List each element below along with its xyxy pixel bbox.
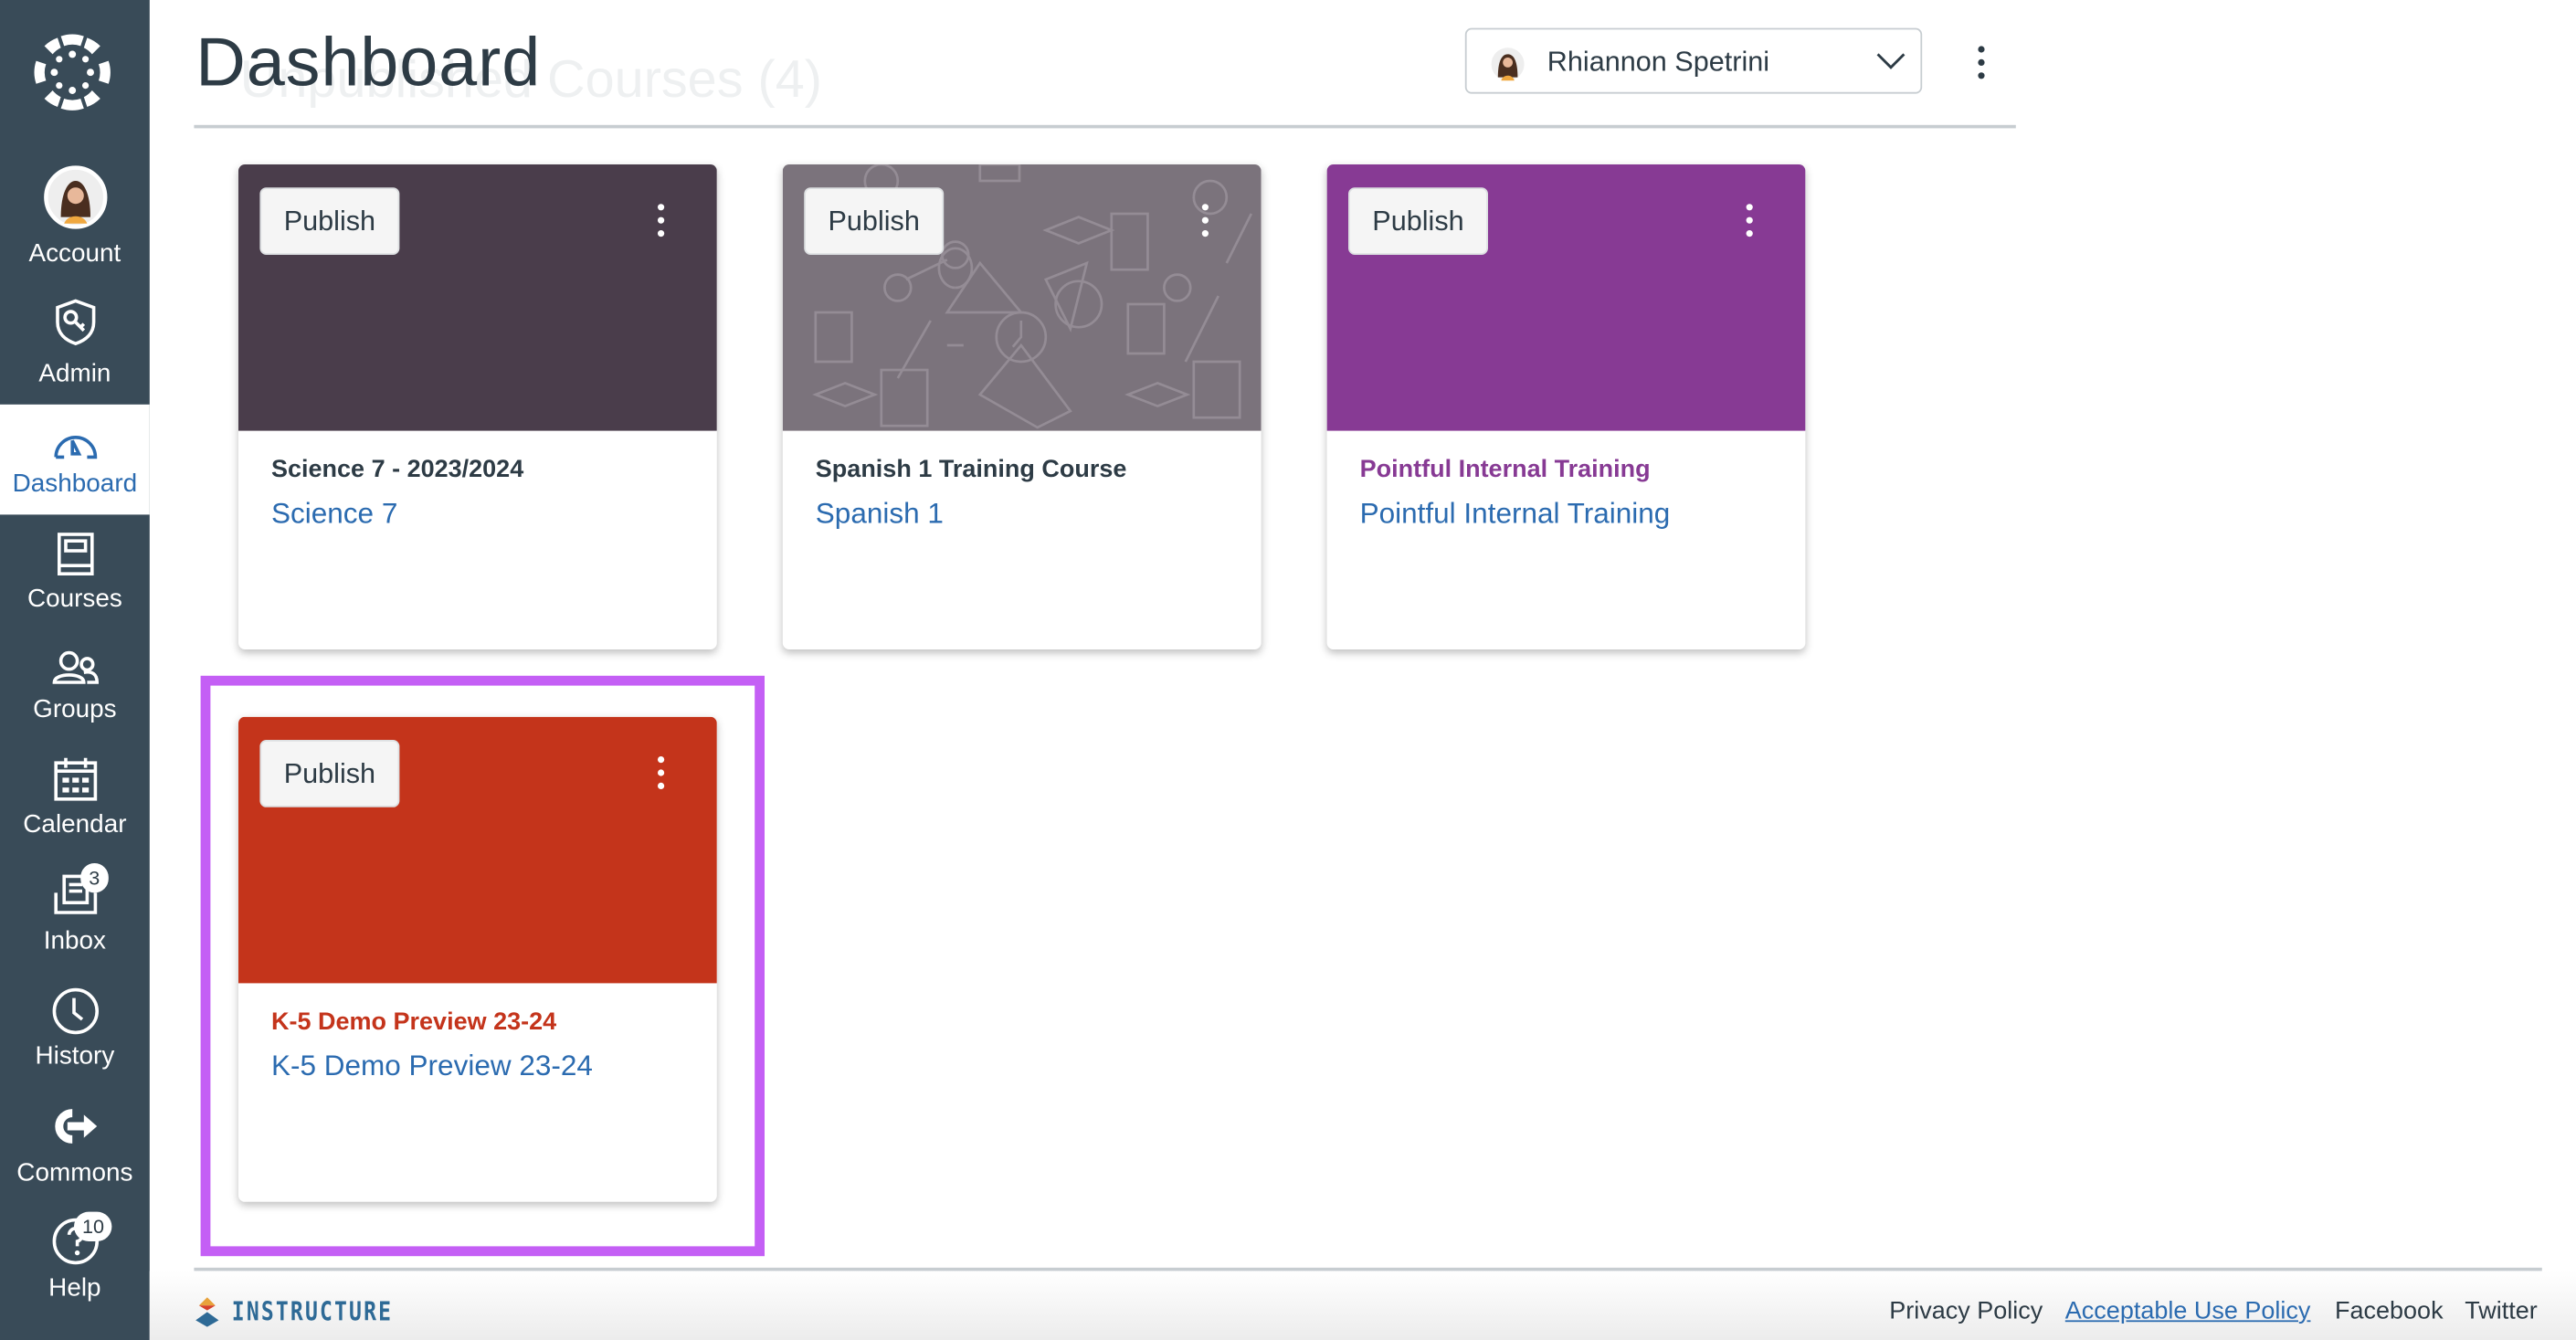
publish-button[interactable]: Publish — [1348, 187, 1488, 255]
sidebar-item-label: Dashboard — [12, 470, 138, 499]
sidebar-item-account[interactable]: Account — [0, 156, 150, 271]
calendar-icon — [53, 757, 97, 801]
users-icon — [51, 650, 99, 684]
global-nav: Account Admin Dashboard Courses Groups C… — [0, 0, 150, 1340]
sidebar-item-inbox[interactable]: 3 Inbox — [0, 863, 150, 970]
sidebar-item-calendar[interactable]: Calendar — [0, 753, 150, 855]
sidebar-item-label: Calendar — [23, 810, 127, 839]
sidebar-item-help[interactable]: 10 Help — [0, 1208, 150, 1315]
user-avatar — [1491, 47, 1525, 81]
sidebar-item-courses[interactable]: Courses — [0, 526, 150, 625]
footer-link-twitter[interactable]: Twitter — [2465, 1297, 2538, 1325]
clock-icon — [51, 987, 99, 1035]
sidebar-item-label: Help — [48, 1274, 101, 1303]
course-card: Publish K-5 Demo Preview 23-24 K-5 Demo … — [238, 716, 717, 1202]
sidebar-item-label: Account — [28, 239, 121, 269]
page-title: Dashboard — [195, 23, 542, 100]
publish-button[interactable]: Publish — [804, 187, 945, 255]
card-options-icon[interactable] — [656, 756, 666, 796]
chevron-down-icon — [1876, 53, 1906, 69]
avatar — [43, 165, 107, 229]
inbox-unread-badge: 3 — [80, 863, 109, 893]
sidebar-item-label: Inbox — [43, 927, 107, 955]
sidebar-item-label: Groups — [33, 695, 117, 723]
course-card-link[interactable]: Pointful Internal Training — [1360, 497, 1671, 532]
sidebar-item-admin[interactable]: Admin — [0, 288, 150, 395]
course-card-title[interactable]: Science 7 - 2023/2024 — [271, 456, 523, 484]
footer-link-acceptable-use[interactable]: Acceptable Use Policy — [2065, 1297, 2311, 1325]
footer-divider — [194, 1267, 2542, 1271]
sidebar-item-groups[interactable]: Groups — [0, 641, 150, 740]
commons-icon — [54, 1109, 97, 1144]
instructure-logo-icon — [195, 1297, 219, 1327]
card-options-icon[interactable] — [1745, 204, 1755, 243]
sidebar-item-dashboard[interactable]: Dashboard — [0, 404, 150, 515]
course-card-link[interactable]: Spanish 1 — [816, 497, 944, 532]
user-dropdown[interactable]: Rhiannon Spetrini — [1464, 27, 1923, 94]
card-options-icon[interactable] — [656, 204, 666, 243]
shield-key-icon — [55, 299, 95, 346]
publish-button[interactable]: Publish — [259, 740, 400, 807]
header-divider — [194, 124, 2016, 129]
course-card-title[interactable]: K-5 Demo Preview 23-24 — [271, 1008, 556, 1036]
footer-link-facebook[interactable]: Facebook — [2335, 1297, 2444, 1325]
footer-link-privacy[interactable]: Privacy Policy — [1889, 1297, 2043, 1325]
sidebar-item-label: Commons — [16, 1159, 133, 1187]
canvas-logo-icon[interactable] — [33, 33, 111, 111]
sidebar-item-label: Courses — [26, 585, 122, 614]
instructure-brand[interactable]: INSTRUCTURE — [232, 1295, 393, 1326]
dashboard-options-icon[interactable] — [1977, 46, 1987, 85]
sidebar-item-label: Admin — [38, 360, 111, 388]
course-card-link[interactable]: K-5 Demo Preview 23-24 — [271, 1049, 593, 1083]
course-card: Publish Science 7 - 2023/2024 Science 7 — [238, 164, 717, 649]
course-card-title[interactable]: Spanish 1 Training Course — [816, 456, 1127, 484]
course-card: Publish Pointful Internal Training Point… — [1326, 164, 1806, 649]
sidebar-item-history[interactable]: History — [0, 982, 150, 1084]
sidebar-item-commons[interactable]: Commons — [0, 1098, 150, 1200]
course-card-title[interactable]: Pointful Internal Training — [1360, 456, 1651, 484]
speedometer-icon — [53, 436, 97, 459]
course-card: Publish Spanish 1 Training Course Spanis… — [782, 164, 1262, 649]
user-name: Rhiannon Spetrini — [1547, 46, 1770, 78]
help-badge: 10 — [74, 1211, 113, 1241]
sidebar-item-label: History — [35, 1042, 115, 1071]
course-card-link[interactable]: Science 7 — [271, 497, 397, 532]
publish-button[interactable]: Publish — [259, 187, 400, 255]
book-icon — [57, 533, 93, 575]
card-options-icon[interactable] — [1200, 204, 1210, 243]
